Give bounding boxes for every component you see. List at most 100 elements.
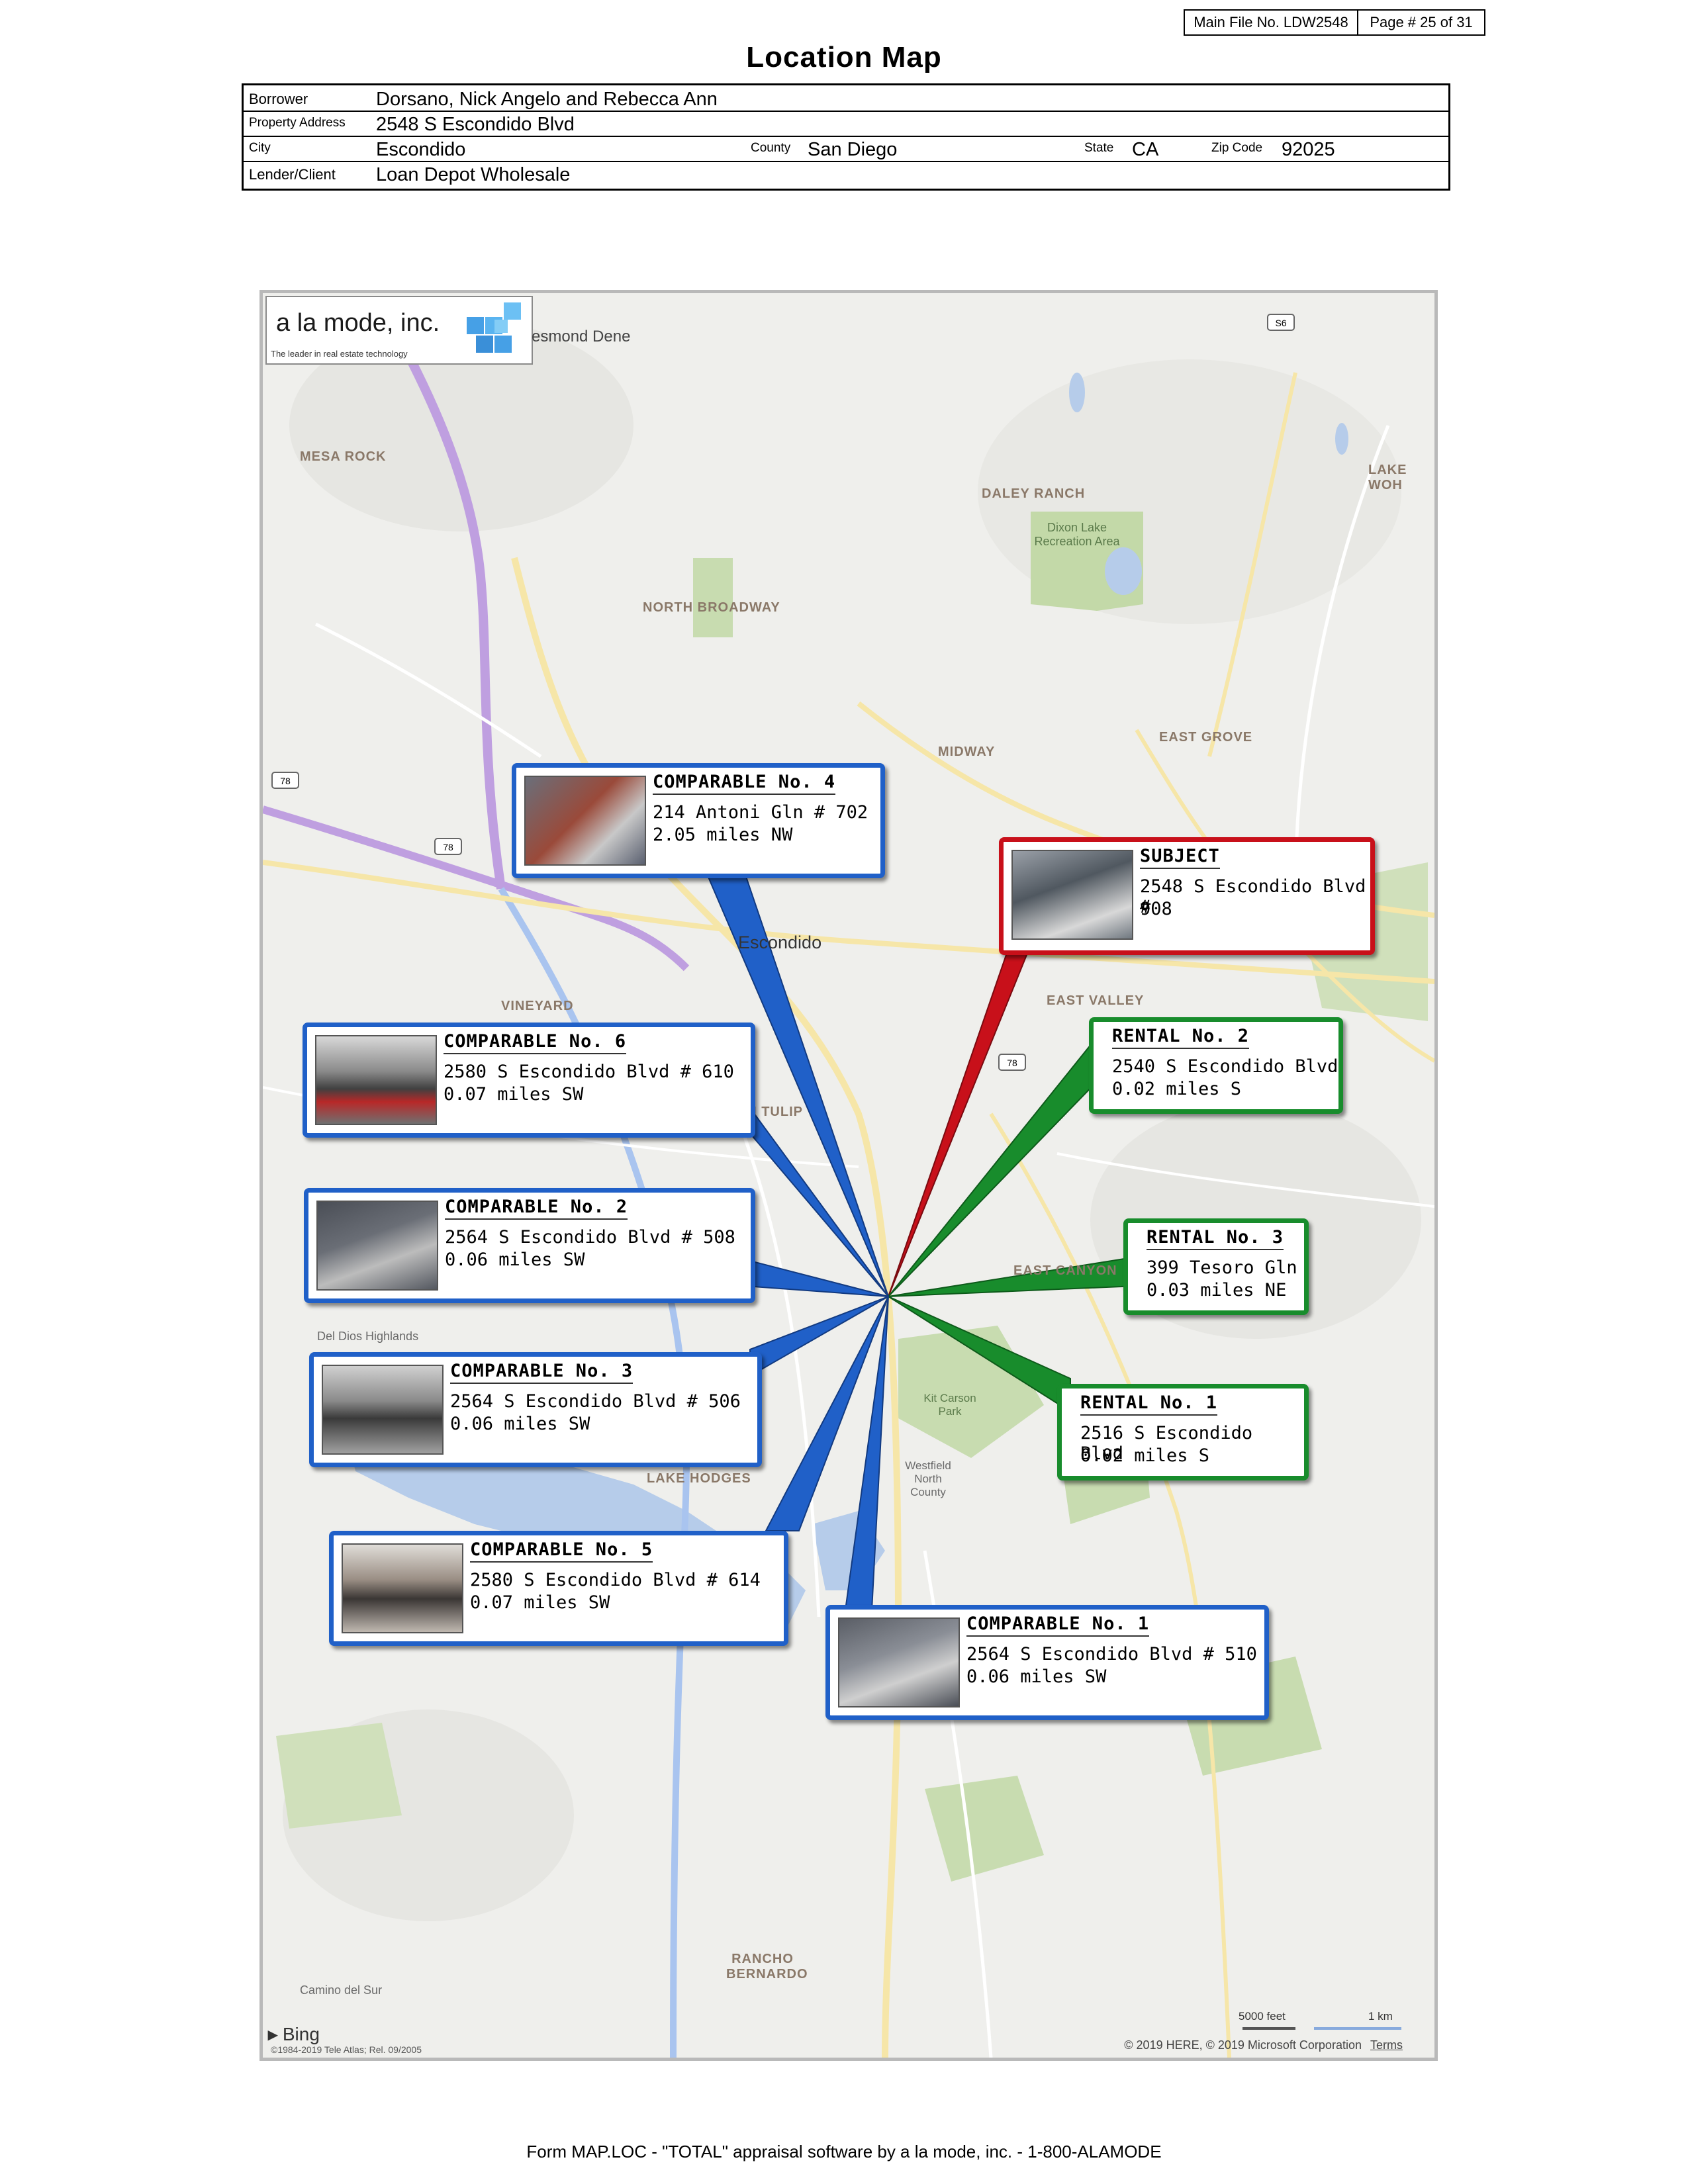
zip-value: 92025 [1282,139,1335,160]
subject-unit: 908 [1140,899,1172,919]
comparable-2-distance: 0.06 miles SW [445,1250,585,1270]
alamode-logo-tagline: The leader in real estate technology [271,349,408,359]
subject-photo [1011,850,1133,940]
alamode-logo-name: a la mode, inc. [276,309,440,337]
rental-1-callout[interactable]: RENTAL No. 1 2516 S Escondido Blvd 0.02 … [1057,1384,1309,1480]
borrower-value: Dorsano, Nick Angelo and Rebecca Ann [376,89,718,110]
comparable-6-distance: 0.07 miles SW [444,1084,584,1105]
comparable-6-heading: COMPARABLE No. 6 [444,1031,627,1054]
subject-info-table: Borrower Dorsano, Nick Angelo and Rebecc… [242,83,1450,191]
place-label: VINEYARD [501,999,574,1013]
property-address-row: Property Address 2548 S Escondido Blvd [244,111,1448,137]
comparable-4-heading: COMPARABLE No. 4 [653,772,836,795]
svg-text:S6: S6 [1275,318,1286,328]
property-address-label: Property Address [249,116,346,130]
comparable-3-photo [322,1365,444,1455]
borrower-label: Borrower [249,91,308,107]
place-label: esmond Dene [532,328,631,345]
file-number-box: Main File No. LDW2548 Page # 25 of 31 [1184,9,1485,36]
place-label: NORTH BROADWAY [643,600,780,615]
comparable-3-address: 2564 S Escondido Blvd # 506 [450,1391,741,1412]
rental-2-distance: 0.02 miles S [1112,1079,1242,1099]
cube-logo-icon [467,302,521,353]
rental-3-heading: RENTAL No. 3 [1147,1227,1284,1250]
bing-logo: ▸ Bing [268,2023,320,2045]
alamode-logo: a la mode, inc. The leader in real estat… [265,296,533,365]
comparable-6-callout[interactable]: COMPARABLE No. 6 2580 S Escondido Blvd #… [303,1023,755,1138]
place-label: Camino del Sur [300,1983,383,1997]
form-footer: Form MAP.LOC - "TOTAL" appraisal softwar… [526,2142,1162,2161]
comparable-2-photo [316,1201,438,1291]
comparable-1-heading: COMPARABLE No. 1 [966,1614,1150,1637]
state-label: State [1084,141,1114,155]
place-label: MIDWAY [938,745,996,759]
comparable-5-heading: COMPARABLE No. 5 [470,1539,653,1563]
place-label: RANCHO BERNARDO [726,1952,808,1981]
copyright-text: © 2019 HERE, © 2019 Microsoft Corporatio… [1124,2038,1362,2052]
bing-icon: ▸ [268,2024,278,2044]
scale-feet: 5000 feet [1239,2010,1286,2023]
lender-label: Lender/Client [249,166,336,183]
comparable-1-distance: 0.06 miles SW [966,1666,1107,1687]
page-number: Page # 25 of 31 [1370,14,1473,30]
city-row: City Escondido County San Diego State CA… [244,136,1448,162]
place-label: EAST GROVE [1159,730,1253,745]
comparable-4-callout[interactable]: COMPARABLE No. 4 214 Antoni Gln # 702 2.… [512,763,885,878]
subject-heading: SUBJECT [1140,846,1220,869]
comparable-4-photo [524,776,646,866]
city-label: City [249,141,271,155]
state-value: CA [1132,139,1159,160]
rental-2-callout[interactable]: RENTAL No. 2 2540 S Escondido Blvd 0.02 … [1089,1017,1343,1114]
place-label: Del Dios Highlands [317,1330,419,1343]
place-label: LAKE WOH [1368,463,1407,492]
comparable-6-address: 2580 S Escondido Blvd # 610 [444,1062,734,1082]
comparable-2-heading: COMPARABLE No. 2 [445,1197,628,1220]
county-value: San Diego [808,139,898,160]
place-label: Escondido [738,933,822,952]
borrower-row: Borrower Dorsano, Nick Angelo and Rebecc… [244,85,1448,112]
main-file-number: Main File No. LDW2548 [1185,11,1358,34]
subject-callout[interactable]: SUBJECT 2548 S Escondido Blvd # 908 [999,837,1375,955]
subject-address: 2548 S Escondido Blvd # [1140,876,1366,917]
rental-1-heading: RENTAL No. 1 [1080,1392,1218,1416]
comparable-3-heading: COMPARABLE No. 3 [450,1361,633,1384]
rental-3-address: 399 Tesoro Gln [1147,1257,1297,1278]
svg-text:78: 78 [443,842,453,852]
lender-value: Loan Depot Wholesale [376,164,571,185]
comparable-3-distance: 0.06 miles SW [450,1414,590,1434]
comparable-5-photo [342,1543,463,1633]
comparable-2-callout[interactable]: COMPARABLE No. 2 2564 S Escondido Blvd #… [304,1188,755,1303]
comparable-3-callout[interactable]: COMPARABLE No. 3 2564 S Escondido Blvd #… [309,1352,762,1467]
lender-row: Lender/Client Loan Depot Wholesale [244,161,1448,186]
location-map[interactable]: 78 78 78 S6 a la mode, inc. The leader i… [259,290,1438,2061]
place-label: EAST CANYON [1013,1263,1117,1278]
place-label: EAST VALLEY [1047,993,1145,1008]
place-label: MESA ROCK [300,449,387,464]
tele-atlas-copyright: ©1984-2019 Tele Atlas; Rel. 09/2005 [271,2044,422,2055]
rental-3-distance: 0.03 miles NE [1147,1280,1287,1300]
place-label: Dixon Lake Recreation Area [1034,521,1120,548]
comparable-1-photo [838,1617,960,1707]
terms-link[interactable]: Terms [1370,2038,1403,2052]
scale-km: 1 km [1368,2010,1393,2023]
svg-text:78: 78 [1007,1058,1017,1068]
comparable-4-distance: 2.05 miles NW [653,825,793,845]
comparable-2-address: 2564 S Escondido Blvd # 508 [445,1227,735,1248]
rental-3-callout[interactable]: RENTAL No. 3 399 Tesoro Gln 0.03 miles N… [1123,1218,1309,1315]
rental-2-heading: RENTAL No. 2 [1112,1026,1250,1049]
zip-label: Zip Code [1211,141,1263,155]
comparable-5-callout[interactable]: COMPARABLE No. 5 2580 S Escondido Blvd #… [329,1531,788,1646]
bing-label: Bing [282,2024,320,2044]
map-copyright: © 2019 HERE, © 2019 Microsoft Corporatio… [1124,2038,1403,2052]
property-address-value: 2548 S Escondido Blvd [376,114,575,135]
rental-1-distance: 0.02 miles S [1080,1445,1210,1466]
comparable-1-address: 2564 S Escondido Blvd # 510 [966,1644,1257,1664]
place-label: Westfield North County [905,1459,951,1498]
comparable-4-address: 214 Antoni Gln # 702 [653,802,868,823]
map-background: 78 78 78 S6 [263,293,1434,2058]
comparable-5-address: 2580 S Escondido Blvd # 614 [470,1570,761,1590]
county-label: County [751,141,791,155]
comparable-1-callout[interactable]: COMPARABLE No. 1 2564 S Escondido Blvd #… [825,1605,1269,1720]
rental-2-address: 2540 S Escondido Blvd [1112,1056,1338,1077]
place-label: DALEY RANCH [982,486,1086,501]
